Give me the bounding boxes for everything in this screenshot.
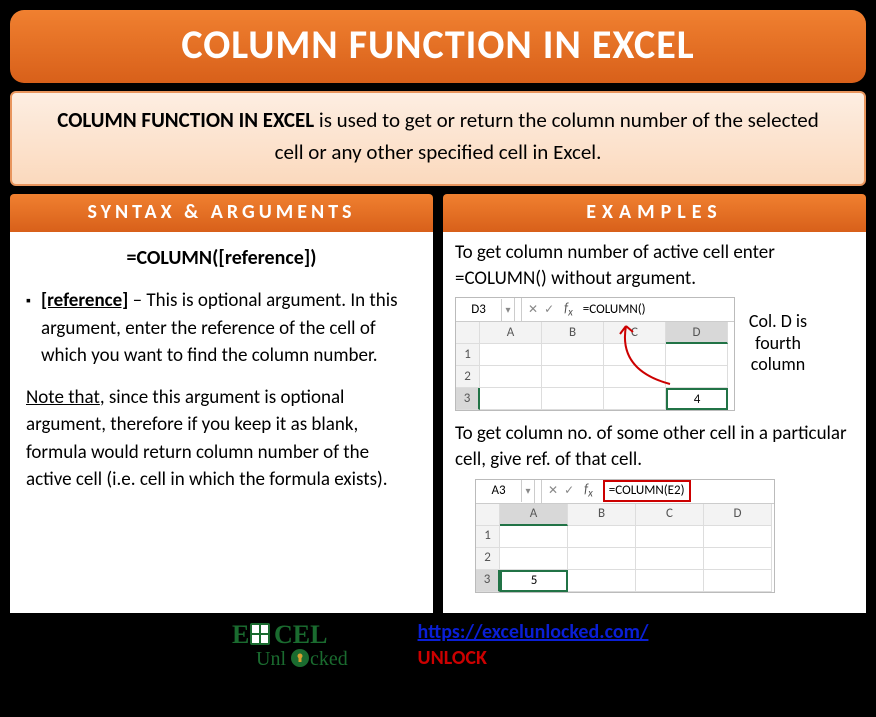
svg-text:CEL: CEL <box>274 620 327 649</box>
grid-ex2: A B C D 1 2 3 5 <box>476 504 774 592</box>
formula-text: =COLUMN() <box>577 299 734 321</box>
dropdown-icon: ▾ <box>502 303 514 317</box>
cell <box>604 366 666 388</box>
name-box: A3 <box>476 480 522 502</box>
bullet-icon: ▪ <box>26 287 31 370</box>
cell <box>568 526 636 548</box>
dropdown-icon: ▾ <box>522 484 534 498</box>
cell <box>704 570 772 592</box>
row-header-active: 3 <box>476 570 500 592</box>
formula-text: =COLUMN(E2) <box>597 478 774 504</box>
example1-sidenote: Col. D is fourth column <box>741 291 815 376</box>
cell <box>604 344 666 366</box>
cell <box>636 526 704 548</box>
example1-wrap: D3 ▾ ✕ ✓ fx =COLUMN() A B <box>455 291 854 421</box>
cell <box>568 570 636 592</box>
syntax-column: SYNTAX & ARGUMENTS =COLUMN([reference]) … <box>10 194 433 613</box>
fx-label-icon: fx <box>560 300 577 320</box>
cell <box>636 570 704 592</box>
argument-label: [reference] <box>41 289 128 312</box>
formula-bar: A3 ▾ ✕ ✓ fx =COLUMN(E2) <box>476 480 774 504</box>
example2-text: To get column no. of some other cell in … <box>455 421 854 472</box>
cell <box>500 548 568 570</box>
row-header: 2 <box>456 366 480 388</box>
syntax-body: =COLUMN([reference]) ▪ [reference] – Thi… <box>10 232 433 613</box>
fx-icons: ✕ ✓ <box>522 302 560 318</box>
svg-text:Unl: Unl <box>256 648 286 670</box>
fx-label-icon: fx <box>580 481 597 501</box>
cell <box>568 548 636 570</box>
title-banner: COLUMN FUNCTION IN EXCEL <box>10 10 866 83</box>
col-header: B <box>568 504 636 526</box>
excel-unlocked-logo: E CEL Unl cked <box>228 619 388 671</box>
syntax-note: Note that, since this argument is option… <box>26 384 417 494</box>
example1-text: To get column number of active cell ente… <box>455 240 854 291</box>
col-header: C <box>636 504 704 526</box>
cell <box>480 344 542 366</box>
cancel-icon: ✕ <box>528 302 538 318</box>
cell <box>500 526 568 548</box>
row-header: 1 <box>456 344 480 366</box>
cancel-icon: ✕ <box>548 483 558 499</box>
syntax-header: SYNTAX & ARGUMENTS <box>10 194 433 232</box>
description-box: COLUMN FUNCTION IN EXCEL is used to get … <box>10 91 866 186</box>
description-bold: COLUMN FUNCTION IN EXCEL <box>57 107 314 133</box>
cell <box>542 388 604 410</box>
col-header: A <box>480 322 542 344</box>
grid-ex1: A B C D 1 2 3 4 <box>456 322 734 410</box>
cell <box>542 366 604 388</box>
separator <box>534 480 542 503</box>
accept-icon: ✓ <box>564 483 574 499</box>
corner-cell <box>456 322 480 344</box>
row-header: 2 <box>476 548 500 570</box>
example2-sheet: A3 ▾ ✕ ✓ fx =COLUMN(E2) A B C D 1 <box>475 479 775 593</box>
footer: E CEL Unl cked https://excelunlocked.com… <box>10 619 866 671</box>
page-title: COLUMN FUNCTION IN EXCEL <box>10 20 866 69</box>
cell <box>666 344 728 366</box>
cell <box>604 388 666 410</box>
cell <box>704 526 772 548</box>
cell <box>704 548 772 570</box>
examples-body: To get column number of active cell ente… <box>443 232 866 613</box>
cell <box>666 366 728 388</box>
content-columns: SYNTAX & ARGUMENTS =COLUMN([reference]) … <box>10 194 866 613</box>
cell <box>480 388 542 410</box>
cell <box>480 366 542 388</box>
row-header: 1 <box>476 526 500 548</box>
example1-sheet: D3 ▾ ✕ ✓ fx =COLUMN() A B <box>455 297 735 411</box>
svg-text:cked: cked <box>310 648 348 670</box>
col-header-active: A <box>500 504 568 526</box>
unlock-label: UNLOCK <box>418 646 649 670</box>
corner-cell <box>476 504 500 526</box>
description-text: is used to get or return the column numb… <box>275 107 819 165</box>
formula-bar: D3 ▾ ✕ ✓ fx =COLUMN() <box>456 298 734 322</box>
col-header: C <box>604 322 666 344</box>
cell-selected: 5 <box>500 570 568 592</box>
note-label: Note that <box>26 386 100 409</box>
separator <box>514 298 522 321</box>
argument-text: [reference] – This is optional argument.… <box>41 287 417 370</box>
footer-text: https://excelunlocked.com/ UNLOCK <box>418 620 649 670</box>
argument-item: ▪ [reference] – This is optional argumen… <box>26 287 417 370</box>
examples-column: EXAMPLES To get column number of active … <box>443 194 866 613</box>
row-header-active: 3 <box>456 388 480 410</box>
accept-icon: ✓ <box>544 302 554 318</box>
cell <box>636 548 704 570</box>
col-header: B <box>542 322 604 344</box>
footer-url-link[interactable]: https://excelunlocked.com/ <box>418 620 649 644</box>
fx-icons: ✕ ✓ <box>542 483 580 499</box>
col-header: D <box>704 504 772 526</box>
examples-header: EXAMPLES <box>443 194 866 232</box>
svg-text:E: E <box>232 620 249 649</box>
cell-selected: 4 <box>666 388 728 410</box>
formula-highlight: =COLUMN(E2) <box>603 480 691 502</box>
name-box: D3 <box>456 299 502 321</box>
syntax-formula: =COLUMN([reference]) <box>26 244 417 273</box>
cell <box>542 344 604 366</box>
col-header-active: D <box>666 322 728 344</box>
